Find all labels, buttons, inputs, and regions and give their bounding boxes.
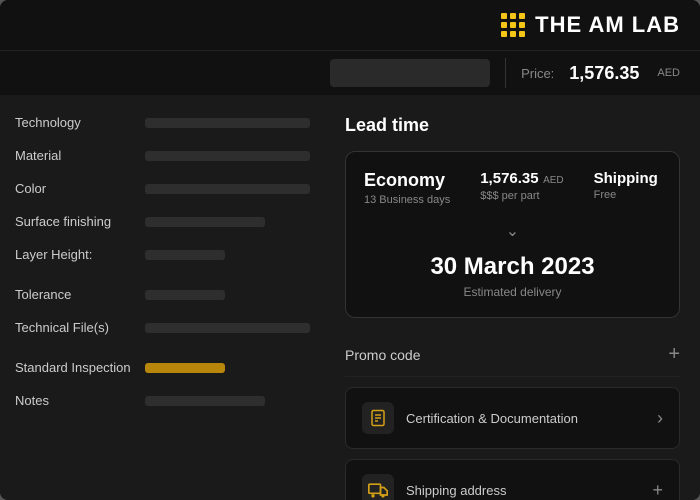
shipping-icon <box>362 474 394 500</box>
economy-shipping-sub: Free <box>594 189 658 201</box>
dot <box>510 13 516 19</box>
field-bar-tolerance <box>145 290 225 300</box>
shipping-label: Shipping address <box>406 483 506 498</box>
delivery-sub: Estimated delivery <box>364 285 661 299</box>
economy-title: Economy <box>364 170 450 191</box>
field-label-surface-finishing: Surface finishing <box>15 214 135 229</box>
search-input[interactable] <box>330 59 490 87</box>
certification-label: Certification & Documentation <box>406 411 578 426</box>
economy-subtitle: 13 Business days <box>364 194 450 206</box>
price-label: Price: <box>521 66 554 81</box>
promo-label: Promo code <box>345 347 420 363</box>
certification-row[interactable]: Certification & Documentation › <box>345 387 680 449</box>
economy-price-currency: AED <box>543 175 564 186</box>
dot <box>510 31 516 37</box>
price-bar: Price: 1,576.35 AED <box>0 50 700 95</box>
economy-card: Economy 13 Business days 1,576.35 AED $$… <box>345 151 680 318</box>
certification-arrow-icon[interactable]: › <box>657 408 663 429</box>
economy-shipping-title: Shipping <box>594 170 658 187</box>
left-panel: Technology Material Color Surface finish… <box>0 95 325 500</box>
field-label-layer-height: Layer Height: <box>15 247 135 262</box>
field-label-material: Material <box>15 148 135 163</box>
economy-price-info: 1,576.35 AED $$$ per part <box>480 170 563 202</box>
app-window: THE AM LAB Price: 1,576.35 AED Technolog… <box>0 0 700 500</box>
main-content: Technology Material Color Surface finish… <box>0 95 700 500</box>
field-bar-layer-height <box>145 250 225 260</box>
field-bar-surface-finishing <box>145 217 265 227</box>
right-panel: Lead time Economy 13 Business days 1,576… <box>325 95 700 500</box>
logo-area: THE AM LAB <box>501 12 680 38</box>
economy-price-sub: $$$ per part <box>480 190 563 202</box>
shipping-plus-icon[interactable]: + <box>652 480 663 500</box>
economy-info: Economy 13 Business days <box>364 170 450 206</box>
shipping-row-left: Shipping address <box>362 474 506 500</box>
promo-code-row[interactable]: Promo code + <box>345 333 680 377</box>
economy-price-value: 1,576.35 <box>480 170 538 187</box>
price-value: 1,576.35 <box>569 63 639 84</box>
divider <box>505 58 506 88</box>
field-label-standard-inspection: Standard Inspection <box>15 360 135 375</box>
field-row-layer-height: Layer Height: <box>15 247 310 262</box>
field-bar-notes <box>145 396 265 406</box>
field-row-tolerance: Tolerance <box>15 287 310 302</box>
field-bar-technical-files <box>145 323 310 333</box>
field-label-tolerance: Tolerance <box>15 287 135 302</box>
economy-price-row: 1,576.35 AED <box>480 170 563 188</box>
field-row-surface-finishing: Surface finishing <box>15 214 310 229</box>
price-currency: AED <box>657 67 680 79</box>
delivery-date: 30 March 2023 <box>364 253 661 281</box>
field-label-notes: Notes <box>15 393 135 408</box>
field-row-color: Color <box>15 181 310 196</box>
economy-shipping-info: Shipping Free <box>594 170 658 201</box>
logo-dots-icon <box>501 13 525 37</box>
field-label-technology: Technology <box>15 115 135 130</box>
dot <box>510 22 516 28</box>
shipping-address-row[interactable]: Shipping address + <box>345 459 680 500</box>
field-row-material: Material <box>15 148 310 163</box>
certification-icon <box>362 402 394 434</box>
dot <box>519 22 525 28</box>
field-bar-technology <box>145 118 310 128</box>
dot <box>501 13 507 19</box>
promo-plus-icon[interactable]: + <box>668 343 680 366</box>
dot <box>501 22 507 28</box>
app-title: THE AM LAB <box>535 12 680 38</box>
chevron-down-icon[interactable]: ⌄ <box>364 221 661 241</box>
field-bar-color <box>145 184 310 194</box>
top-bar: THE AM LAB <box>0 0 700 50</box>
field-bar-standard-inspection <box>145 363 225 373</box>
certification-row-left: Certification & Documentation <box>362 402 578 434</box>
field-label-technical-files: Technical File(s) <box>15 320 135 335</box>
dot <box>519 13 525 19</box>
dot <box>501 31 507 37</box>
field-row-standard-inspection: Standard Inspection <box>15 360 310 375</box>
dot <box>519 31 525 37</box>
field-row-technology: Technology <box>15 115 310 130</box>
field-bar-material <box>145 151 310 161</box>
economy-top: Economy 13 Business days 1,576.35 AED $$… <box>364 170 661 206</box>
field-label-color: Color <box>15 181 135 196</box>
lead-time-title: Lead time <box>345 115 680 136</box>
field-row-technical-files: Technical File(s) <box>15 320 310 335</box>
field-row-notes: Notes <box>15 393 310 408</box>
